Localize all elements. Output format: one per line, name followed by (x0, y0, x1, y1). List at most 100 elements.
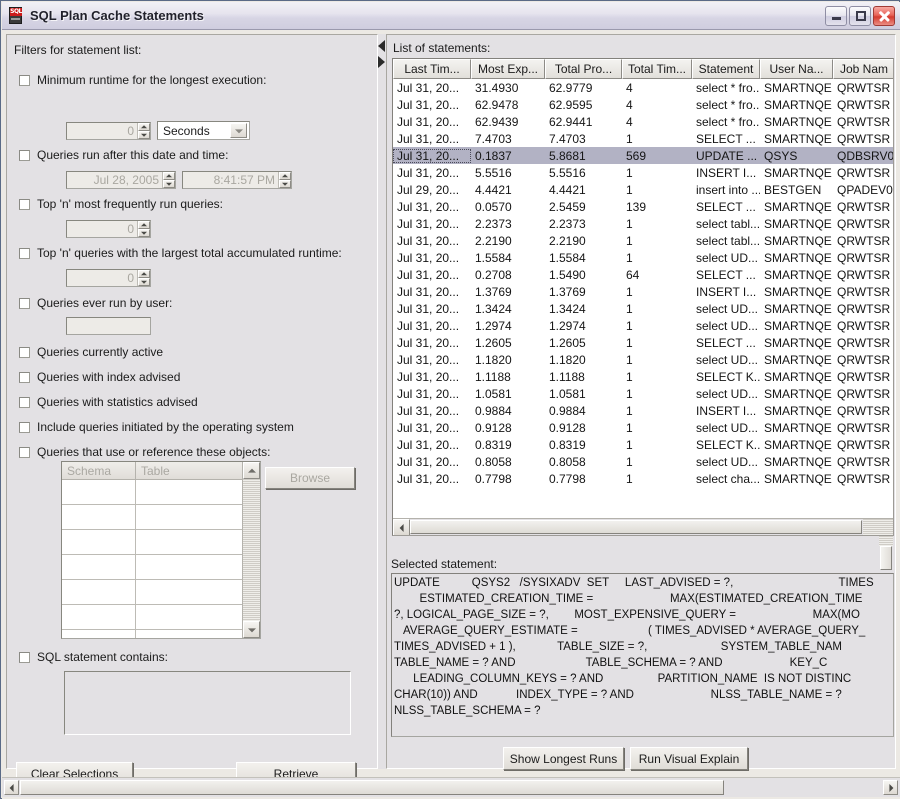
table-row[interactable]: Jul 31, 20... 62.9439 62.9441 4 select * fro… (393, 113, 893, 130)
objects-cell-table[interactable] (136, 630, 244, 638)
table-row[interactable]: Jul 31, 20... 2.2190 2.2190 1 select tabl...… (393, 232, 893, 249)
checkbox-objects[interactable] (19, 446, 30, 458)
time-input[interactable]: 8:41:57 PM (182, 171, 292, 189)
table-row[interactable]: Jul 31, 20... 5.5516 5.5516 1 INSERT I... SMA… (393, 164, 893, 181)
column-header-1[interactable]: Most Exp... (471, 59, 545, 79)
checkbox-run-by-user[interactable] (19, 297, 30, 309)
objects-scrollbar[interactable] (242, 462, 260, 638)
table-row[interactable]: Jul 31, 20... 0.9884 0.9884 1 INSERT I... SMA… (393, 402, 893, 419)
show-longest-runs-button[interactable]: Show Longest Runs (503, 747, 624, 770)
scroll-up-icon[interactable] (243, 462, 260, 479)
filter-run-by-user[interactable]: Queries ever run by user: (19, 296, 172, 310)
objects-cell-schema[interactable] (62, 505, 136, 529)
run-visual-explain-button[interactable]: Run Visual Explain (630, 747, 748, 770)
window-hscroll-thumb[interactable] (20, 780, 724, 795)
objects-table-row[interactable] (62, 580, 260, 605)
panel-splitter[interactable] (378, 34, 386, 769)
column-header-6[interactable]: Job Nam (833, 59, 893, 79)
column-header-5[interactable]: User Na... (760, 59, 833, 79)
date-input[interactable]: Jul 28, 2005 (66, 171, 176, 189)
objects-cell-schema[interactable] (62, 480, 136, 504)
filter-currently-active[interactable]: Queries currently active (19, 345, 163, 359)
top-n-frequent-stepper[interactable] (137, 221, 150, 237)
table-row[interactable]: Jul 31, 20... 1.5584 1.5584 1 select UD... SM… (393, 249, 893, 266)
filter-objects[interactable]: Queries that use or reference these obje… (19, 445, 270, 459)
filter-index-advised[interactable]: Queries with index advised (19, 370, 180, 384)
objects-table-row[interactable] (62, 530, 260, 555)
objects-cell-table[interactable] (136, 605, 244, 629)
objects-cell-schema[interactable] (62, 580, 136, 604)
filter-top-n-runtime[interactable]: Top 'n' queries with the largest total a… (19, 246, 342, 260)
table-row[interactable]: Jul 31, 20... 0.1837 5.8681 569 UPDATE ... QS… (393, 147, 893, 164)
objects-table[interactable]: Schema Table (61, 461, 261, 639)
checkbox-top-n-runtime[interactable] (19, 247, 30, 259)
table-row[interactable]: Jul 31, 20... 1.2605 1.2605 1 SELECT ... SMAR… (393, 334, 893, 351)
sql-contains-textarea[interactable] (64, 671, 351, 735)
objects-table-row[interactable] (62, 555, 260, 580)
statements-hscroll-thumb[interactable] (410, 520, 862, 534)
objects-table-row[interactable] (62, 630, 260, 638)
column-header-3[interactable]: Total Tim... (622, 59, 692, 79)
filter-statistics-advised[interactable]: Queries with statistics advised (19, 395, 198, 409)
top-n-runtime-stepper[interactable] (137, 270, 150, 286)
objects-cell-schema[interactable] (62, 605, 136, 629)
table-row[interactable]: Jul 29, 20... 4.4421 4.4421 1 insert into ..… (393, 181, 893, 198)
min-runtime-stepper[interactable] (137, 123, 150, 139)
runtime-unit-select[interactable]: Seconds (157, 121, 250, 140)
close-button[interactable] (873, 5, 895, 26)
table-row[interactable]: Jul 31, 20... 0.8058 0.8058 1 select UD... SM… (393, 453, 893, 470)
minimize-button[interactable] (825, 5, 847, 26)
table-row[interactable]: Jul 31, 20... 1.2974 1.2974 1 select UD... SM… (393, 317, 893, 334)
checkbox-min-runtime[interactable] (19, 74, 30, 86)
objects-table-row[interactable] (62, 480, 260, 505)
column-header-0[interactable]: Last Tim... (393, 59, 471, 79)
checkbox-sql-contains[interactable] (19, 651, 30, 663)
table-row[interactable]: Jul 31, 20... 0.8319 0.8319 1 SELECT K... SMA… (393, 436, 893, 453)
chevron-down-icon[interactable] (230, 123, 247, 138)
table-row[interactable]: Jul 31, 20... 0.9128 0.9128 1 select UD... SM… (393, 419, 893, 436)
window-scroll-left-icon[interactable] (4, 780, 19, 795)
table-row[interactable]: Jul 31, 20... 2.2373 2.2373 1 select tabl...… (393, 215, 893, 232)
top-n-runtime-input[interactable]: 0 (66, 269, 151, 287)
window-hscrollbar[interactable] (2, 777, 900, 797)
checkbox-os-initiated[interactable] (19, 421, 30, 433)
checkbox-index-advised[interactable] (19, 371, 30, 383)
column-header-schema[interactable]: Schema (62, 462, 136, 479)
scroll-down-icon[interactable] (243, 621, 260, 638)
objects-cell-schema[interactable] (62, 555, 136, 579)
detail-vscroll-thumb[interactable] (880, 546, 892, 570)
table-row[interactable]: Jul 31, 20... 1.3424 1.3424 1 select UD... SM… (393, 300, 893, 317)
column-header-4[interactable]: Statement (692, 59, 760, 79)
browse-button[interactable]: Browse (265, 467, 355, 489)
table-row[interactable]: Jul 31, 20... 1.1820 1.1820 1 select UD... SM… (393, 351, 893, 368)
column-header-2[interactable]: Total Pro... (545, 59, 622, 79)
objects-cell-table[interactable] (136, 480, 244, 504)
objects-cell-schema[interactable] (62, 530, 136, 554)
table-row[interactable]: Jul 31, 20... 0.7798 0.7798 1 select cha... S… (393, 470, 893, 487)
table-row[interactable]: Jul 31, 20... 7.4703 7.4703 1 SELECT ... SMAR… (393, 130, 893, 147)
selected-statement-text[interactable]: UPDATE QSYS2 /SYSIXADV SET LAST_ADVISED … (391, 573, 894, 737)
filter-os-initiated[interactable]: Include queries initiated by the operati… (19, 420, 294, 434)
table-row[interactable]: Jul 31, 20... 1.1188 1.1188 1 SELECT K... SMA… (393, 368, 893, 385)
user-input[interactable] (66, 317, 151, 335)
checkbox-run-after-date[interactable] (19, 149, 30, 161)
checkbox-statistics-advised[interactable] (19, 396, 30, 408)
table-row[interactable]: Jul 31, 20... 1.3769 1.3769 1 INSERT I... SMA… (393, 283, 893, 300)
statements-hscrollbar[interactable] (393, 518, 893, 535)
checkbox-top-n-frequent[interactable] (19, 198, 30, 210)
table-row[interactable]: Jul 31, 20... 1.0581 1.0581 1 select UD... SM… (393, 385, 893, 402)
objects-cell-table[interactable] (136, 555, 244, 579)
date-stepper[interactable] (162, 172, 175, 188)
scroll-left-icon[interactable] (393, 519, 410, 535)
objects-cell-schema[interactable] (62, 630, 136, 638)
objects-cell-table[interactable] (136, 530, 244, 554)
column-header-table[interactable]: Table (136, 462, 244, 479)
min-runtime-input[interactable]: 0 (66, 122, 151, 140)
top-n-frequent-input[interactable]: 0 (66, 220, 151, 238)
filter-top-n-frequent[interactable]: Top 'n' most frequently run queries: (19, 197, 223, 211)
time-stepper[interactable] (278, 172, 291, 188)
splitter-collapse-right-icon[interactable] (378, 56, 385, 68)
filter-sql-contains[interactable]: SQL statement contains: (19, 650, 168, 664)
splitter-collapse-left-icon[interactable] (378, 40, 385, 52)
filter-min-runtime[interactable]: Minimum runtime for the longest executio… (19, 73, 266, 87)
